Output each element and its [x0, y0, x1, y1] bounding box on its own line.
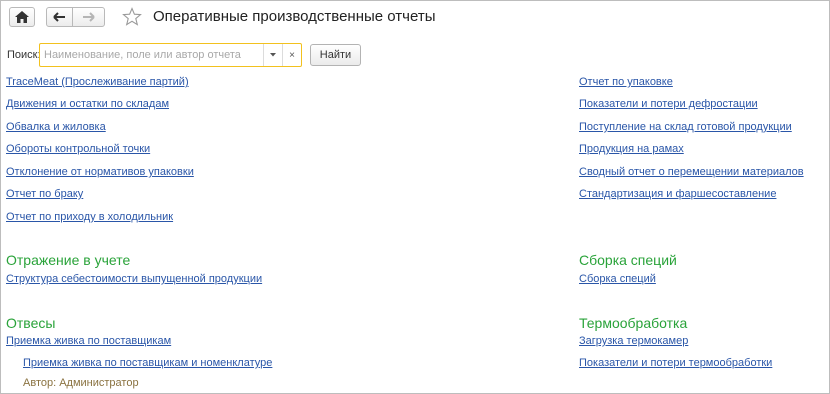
report-link-material-moves[interactable]: Сводный отчет о перемещении материалов: [579, 166, 804, 178]
section-title-thermo: Термообработка: [579, 315, 688, 331]
report-link-cost-structure[interactable]: Структура себестоимости выпущенной проду…: [6, 273, 262, 285]
report-link-thermo-losses[interactable]: Показатели и потери термообработки: [579, 357, 772, 369]
find-button[interactable]: Найти: [310, 44, 361, 66]
search-dropdown-button[interactable]: [263, 44, 282, 66]
report-link-packaging-dev[interactable]: Отклонение от нормативов упаковки: [6, 166, 194, 178]
search-clear-button[interactable]: ×: [282, 44, 301, 66]
section-title-accounting: Отражение в учете: [6, 252, 131, 268]
home-button[interactable]: [9, 7, 35, 27]
arrow-left-icon: [53, 12, 65, 22]
arrow-right-icon: [83, 12, 95, 22]
back-button[interactable]: [46, 7, 73, 27]
report-link-fridge-receipt[interactable]: Отчет по приходу в холодильник: [6, 211, 173, 223]
report-link-defects[interactable]: Отчет по браку: [6, 188, 83, 200]
report-link-checkpoint[interactable]: Обороты контрольной точки: [6, 143, 150, 155]
chevron-down-icon: [270, 53, 276, 57]
forward-button[interactable]: [72, 7, 105, 27]
favorite-button[interactable]: [122, 7, 142, 30]
report-link-spice-assembly[interactable]: Сборка специй: [579, 273, 656, 285]
search-field[interactable]: ×: [39, 43, 302, 67]
report-link-defrost[interactable]: Показатели и потери дефростации: [579, 98, 758, 110]
report-link-standardization[interactable]: Стандартизация и фаршесоставление: [579, 188, 776, 200]
section-title-specs: Сборка специй: [579, 252, 677, 268]
report-link-frames[interactable]: Продукция на рамах: [579, 143, 684, 155]
report-link-movements[interactable]: Движения и остатки по складам: [6, 98, 169, 110]
page-title: Оперативные производственные отчеты: [153, 8, 436, 25]
report-link-live-by-supplier[interactable]: Приемка живка по поставщикам: [6, 335, 171, 347]
section-title-weights: Отвесы: [6, 315, 56, 331]
report-link-thermo-load[interactable]: Загрузка термокамер: [579, 335, 688, 347]
report-link-finished-goods[interactable]: Поступление на склад готовой продукции: [579, 121, 792, 133]
search-label: Поиск:: [7, 49, 41, 61]
report-author: Автор: Администратор: [23, 377, 139, 389]
report-link-live-by-supplier-nomencl[interactable]: Приемка живка по поставщикам и номенклат…: [23, 357, 272, 369]
home-icon: [15, 11, 29, 23]
report-link-packaging[interactable]: Отчет по упаковке: [579, 76, 673, 88]
report-link-boning[interactable]: Обвалка и жиловка: [6, 121, 106, 133]
report-link-tracemeat[interactable]: TraceMeat (Прослеживание партий): [6, 76, 189, 88]
star-icon: [122, 7, 142, 26]
search-input[interactable]: [40, 44, 263, 66]
